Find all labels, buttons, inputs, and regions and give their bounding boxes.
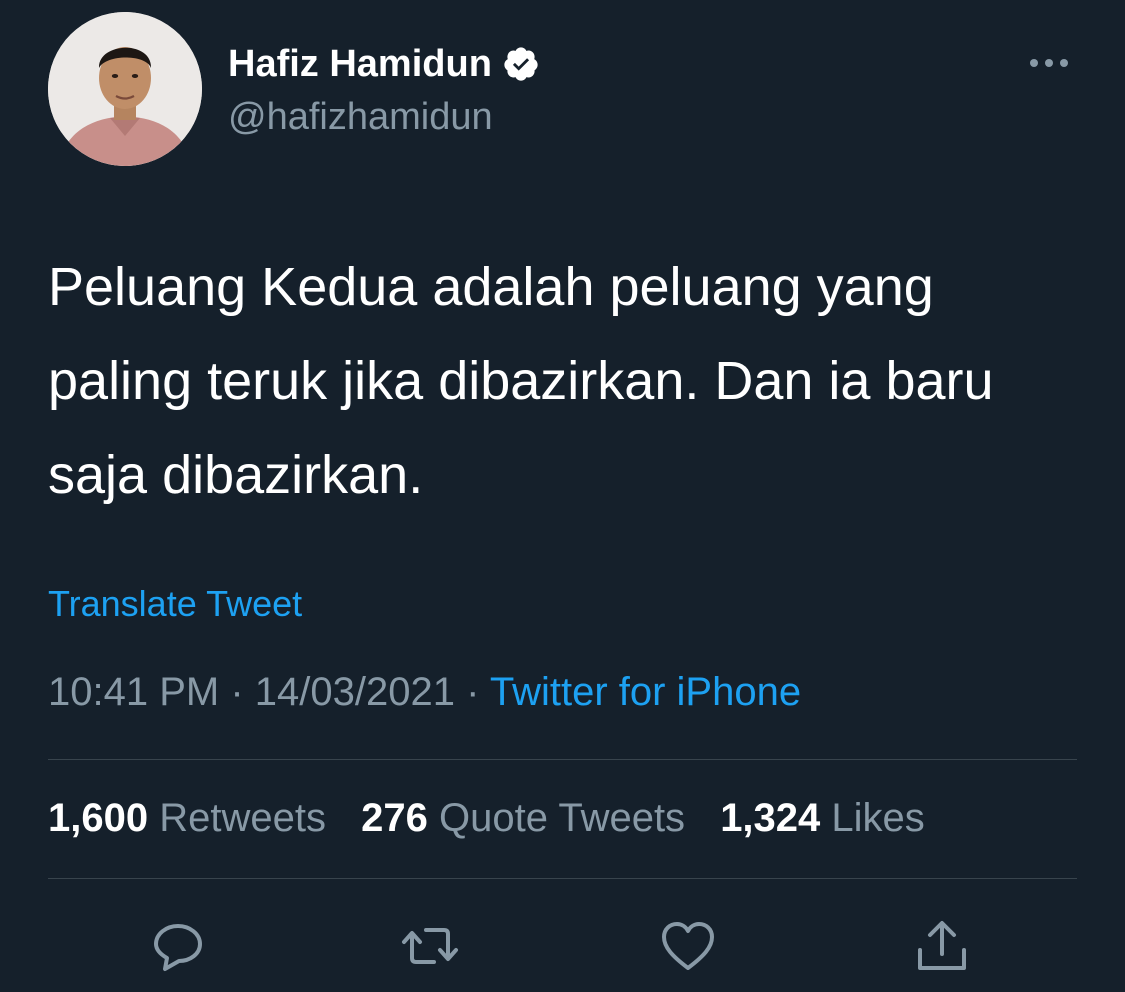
retweet-icon[interactable] bbox=[400, 916, 460, 976]
quote-tweets-stat[interactable]: 276 Quote Tweets bbox=[361, 796, 685, 840]
reply-icon[interactable] bbox=[148, 916, 208, 976]
tweet-date: 14/03/2021 bbox=[254, 670, 455, 714]
tweet-stats: 1,600 Retweets 276 Quote Tweets 1,324 Li… bbox=[48, 796, 949, 841]
divider bbox=[48, 759, 1077, 760]
retweets-stat[interactable]: 1,600 Retweets bbox=[48, 796, 326, 840]
avatar[interactable] bbox=[48, 12, 202, 166]
likes-count: 1,324 bbox=[720, 796, 821, 840]
tweet-time: 10:41 PM bbox=[48, 670, 220, 714]
verified-badge-icon bbox=[502, 45, 540, 83]
tweet-metadata: 10:41 PM · 14/03/2021 · Twitter for iPho… bbox=[48, 670, 801, 715]
display-name[interactable]: Hafiz Hamidun bbox=[228, 43, 492, 86]
meta-separator: · bbox=[466, 670, 480, 714]
divider bbox=[48, 878, 1077, 879]
likes-label: Likes bbox=[831, 796, 925, 840]
retweets-label: Retweets bbox=[159, 796, 326, 840]
tweet-source-link[interactable]: Twitter for iPhone bbox=[490, 670, 801, 714]
likes-stat[interactable]: 1,324 Likes bbox=[720, 796, 925, 840]
share-icon[interactable] bbox=[912, 916, 972, 976]
tweet-text: Peluang Kedua adalah peluang yang paling… bbox=[48, 257, 994, 505]
quote-tweets-count: 276 bbox=[361, 796, 428, 840]
meta-separator: · bbox=[230, 670, 244, 714]
retweets-count: 1,600 bbox=[48, 796, 149, 840]
user-handle[interactable]: @hafizhamidun bbox=[228, 96, 493, 139]
more-options-icon[interactable] bbox=[1024, 48, 1074, 78]
like-icon[interactable] bbox=[658, 916, 718, 976]
quote-tweets-label: Quote Tweets bbox=[438, 796, 686, 840]
translate-tweet-link[interactable]: Translate Tweet bbox=[48, 583, 302, 625]
